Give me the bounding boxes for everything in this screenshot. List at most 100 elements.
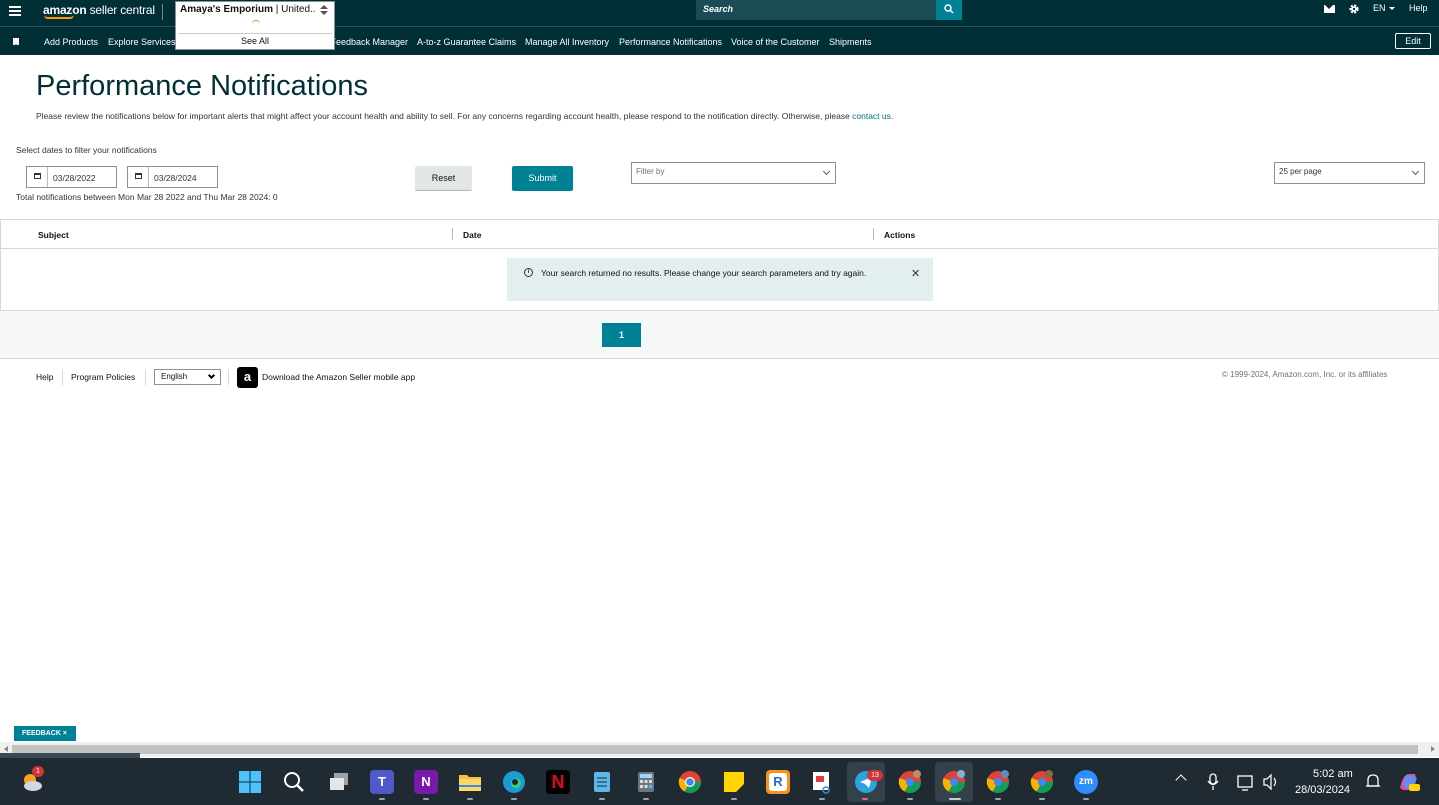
running-indicator <box>467 798 473 800</box>
chevron-down-icon <box>1411 167 1420 176</box>
nav-add-products[interactable]: Add Products <box>44 37 98 47</box>
nav-shipments[interactable]: Shipments <box>829 37 872 47</box>
alert-message: Your search returned no results. Please … <box>541 268 867 278</box>
gear-icon[interactable] <box>1348 3 1360 15</box>
column-divider <box>452 228 453 240</box>
weather-badge: 1 <box>32 766 44 777</box>
running-indicator <box>1039 798 1045 800</box>
running-indicator <box>862 798 868 800</box>
footer-language-select[interactable]: English <box>154 369 221 385</box>
running-indicator <box>423 798 429 800</box>
running-indicator <box>1083 798 1089 800</box>
nav-voice-of-customer[interactable]: Voice of the Customer <box>731 37 820 47</box>
calculator-icon[interactable] <box>634 770 658 794</box>
running-indicator <box>379 798 385 800</box>
footer-divider <box>228 369 229 385</box>
chrome-profile-icon[interactable] <box>942 770 966 794</box>
scroll-left-icon[interactable] <box>4 746 8 752</box>
store-switcher-dropdown[interactable]: Amaya's Emporium | United... See All <box>175 1 335 50</box>
search-button[interactable] <box>936 0 962 20</box>
mail-icon[interactable] <box>1324 5 1335 13</box>
copilot-icon[interactable] <box>1397 770 1421 794</box>
menu-icon[interactable] <box>9 6 21 18</box>
chevron-down-icon <box>822 167 831 176</box>
column-divider <box>873 228 874 240</box>
taskbar-search-icon[interactable] <box>282 770 306 794</box>
chrome-profile-icon[interactable] <box>898 770 922 794</box>
scroll-right-icon[interactable] <box>1431 746 1435 752</box>
running-indicator <box>819 798 825 800</box>
nav-performance-notifications[interactable]: Performance Notifications <box>619 37 722 47</box>
running-indicator <box>599 798 605 800</box>
download-app-link[interactable]: Download the Amazon Seller mobile app <box>262 372 415 382</box>
scrollbar-thumb[interactable] <box>12 745 1418 754</box>
network-icon[interactable] <box>1236 770 1256 794</box>
chrome-icon[interactable] <box>678 770 702 794</box>
store-name: Amaya's Emporium | United... <box>180 4 315 15</box>
search-icon <box>944 4 954 14</box>
submit-button[interactable]: Submit <box>512 166 573 191</box>
search-input[interactable]: Search <box>696 0 936 20</box>
microphone-icon[interactable] <box>1205 770 1221 794</box>
remote-app-icon[interactable]: R <box>766 770 790 794</box>
show-hidden-icons-chevron-icon[interactable] <box>1175 774 1187 786</box>
column-actions: Actions <box>884 230 916 240</box>
snipping-tool-icon[interactable] <box>810 770 834 794</box>
clock-date[interactable]: 28/03/2024 <box>1295 784 1350 796</box>
header-divider <box>162 4 163 20</box>
help-link[interactable]: Help <box>1409 3 1428 13</box>
page-title: Performance Notifications <box>36 70 369 102</box>
file-explorer-icon[interactable] <box>458 770 482 794</box>
notification-bell-icon[interactable] <box>1364 770 1382 794</box>
amazon-app-icon[interactable]: a <box>237 367 258 388</box>
running-indicator <box>949 798 961 800</box>
page-1-button[interactable]: 1 <box>602 323 641 347</box>
chrome-profile-icon[interactable] <box>1030 770 1054 794</box>
horizontal-scrollbar[interactable] <box>0 742 1439 757</box>
table-header: Subject Date Actions <box>1 220 1438 249</box>
caret-down-icon <box>1388 7 1395 11</box>
windows-start-icon[interactable] <box>238 770 262 794</box>
netflix-icon[interactable]: N <box>546 770 570 794</box>
calendar-icon[interactable] <box>27 167 48 187</box>
start-date-input[interactable]: 03/28/2022 <box>26 166 117 188</box>
program-policies-link[interactable]: Program Policies <box>71 372 135 382</box>
footer-help-link[interactable]: Help <box>36 372 53 382</box>
filter-by-select[interactable]: Filter by <box>631 162 836 184</box>
nav-manage-inventory[interactable]: Manage All Inventory <box>525 37 609 47</box>
nav-a-to-z-claims[interactable]: A-to-z Guarantee Claims <box>417 37 516 47</box>
sort-arrows-icon[interactable] <box>320 5 330 17</box>
contact-us-link[interactable]: contact us. <box>852 111 893 121</box>
notepad-icon[interactable] <box>590 770 614 794</box>
teams-icon[interactable]: T <box>370 770 394 794</box>
clock-time[interactable]: 5:02 am <box>1313 768 1353 780</box>
chrome-profile-icon[interactable] <box>986 770 1010 794</box>
nav-explore-services[interactable]: Explore Services <box>108 37 176 47</box>
copyright: © 1999-2024, Amazon.com, Inc. or its aff… <box>1222 370 1388 379</box>
zoom-icon[interactable]: zm <box>1074 770 1098 794</box>
close-icon[interactable]: ✕ <box>911 267 920 280</box>
end-date-input[interactable]: 03/28/2024 <box>127 166 218 188</box>
edit-nav-button[interactable]: Edit <box>1395 33 1431 49</box>
column-subject[interactable]: Subject <box>38 230 69 240</box>
language-selector[interactable]: EN <box>1373 3 1395 13</box>
column-date[interactable]: Date <box>463 230 481 240</box>
loading-spinner-icon <box>252 20 260 28</box>
reset-button[interactable]: Reset <box>415 166 472 191</box>
running-indicator <box>643 798 649 800</box>
task-view-icon[interactable] <box>327 770 351 794</box>
per-page-select[interactable]: 25 per page <box>1274 162 1425 184</box>
running-indicator <box>995 798 1001 800</box>
calendar-icon[interactable] <box>128 167 149 187</box>
see-all-stores-link[interactable]: See All <box>178 33 332 48</box>
sticky-notes-icon[interactable] <box>722 770 746 794</box>
edge-icon[interactable] <box>502 770 526 794</box>
feedback-button[interactable]: FEEDBACK × <box>14 726 76 741</box>
chevron-down-icon <box>207 371 216 380</box>
volume-icon[interactable] <box>1262 770 1280 794</box>
info-icon: i <box>524 268 533 277</box>
bookmark-icon[interactable] <box>13 38 19 46</box>
footer-divider <box>145 369 146 385</box>
onenote-icon[interactable]: N <box>414 770 438 794</box>
intro-text: Please review the notifications below fo… <box>36 111 894 121</box>
